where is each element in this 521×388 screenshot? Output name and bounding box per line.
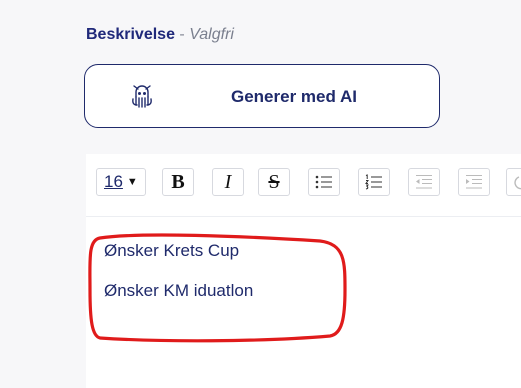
strikethrough-button[interactable]: S: [258, 168, 290, 196]
generate-with-ai-button[interactable]: Generer med AI: [84, 64, 440, 128]
outdent-icon: [415, 174, 433, 190]
bullet-list-icon: [315, 174, 333, 190]
generate-with-ai-label: Generer med AI: [231, 87, 357, 106]
numbered-list-icon: [365, 174, 383, 190]
font-size-select[interactable]: 16 ▼: [96, 168, 146, 196]
editor-toolbar: 16 ▼ B I S: [86, 154, 521, 217]
outdent-button[interactable]: [408, 168, 440, 196]
description-label-text: Beskrivelse: [86, 26, 175, 43]
italic-button[interactable]: I: [212, 168, 244, 196]
numbered-list-button[interactable]: [358, 168, 390, 196]
optional-label: Valgfri: [189, 26, 234, 43]
label-separator: -: [174, 26, 190, 43]
content-line: Ønsker Krets Cup: [104, 241, 240, 260]
indent-button[interactable]: [458, 168, 490, 196]
rich-text-editor[interactable]: 16 ▼ B I S Ønsker Krets Cup Ønsker KM id…: [86, 154, 521, 388]
description-label: Beskrivelse - Valgfri: [86, 26, 234, 44]
content-line: Ønsker KM iduatlon: [104, 281, 254, 300]
indent-icon: [465, 174, 483, 190]
font-size-value: 16: [104, 172, 123, 191]
robot-icon: [129, 83, 155, 109]
bold-button[interactable]: B: [162, 168, 194, 196]
editor-content[interactable]: Ønsker Krets Cup Ønsker KM iduatlon: [104, 242, 253, 322]
chevron-down-icon: ▼: [126, 176, 138, 188]
description-section: Beskrivelse - Valgfri Generer med AI 16 …: [0, 0, 521, 388]
undo-button[interactable]: [506, 168, 521, 196]
undo-icon: [514, 174, 521, 190]
bullet-list-button[interactable]: [308, 168, 340, 196]
